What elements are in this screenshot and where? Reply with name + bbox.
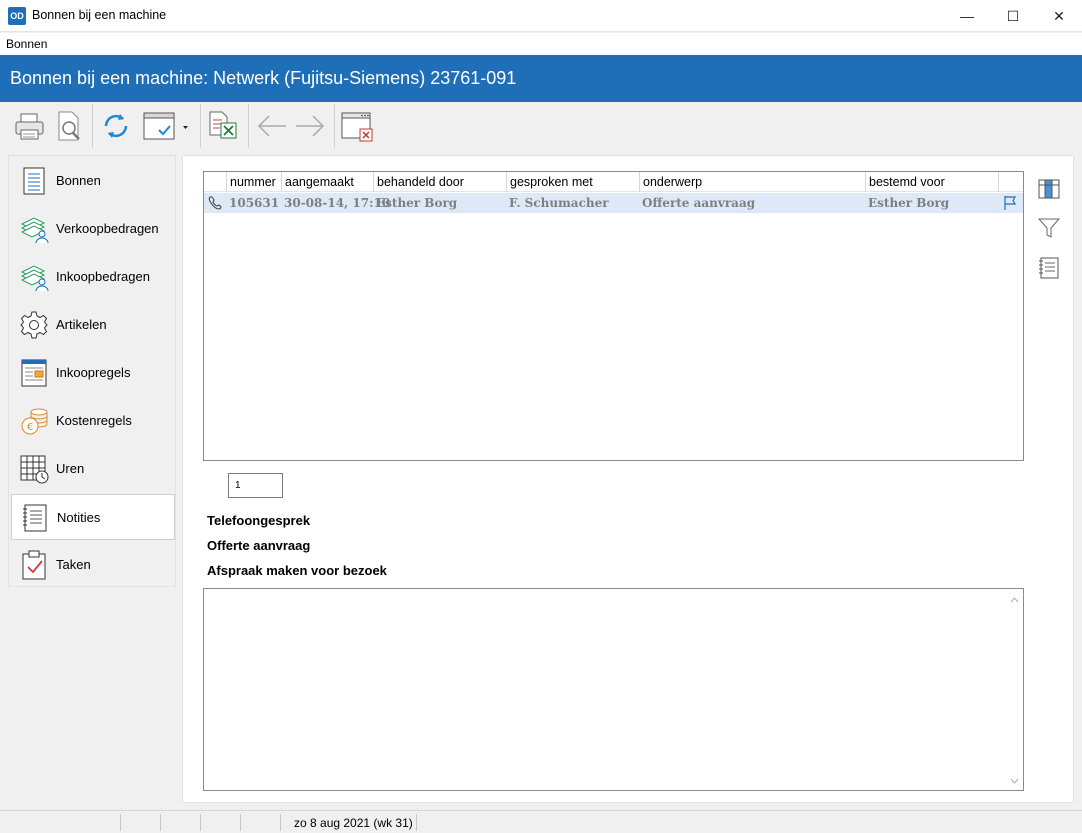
- status-separator: [280, 814, 281, 831]
- toolbar-separator: [200, 104, 201, 148]
- table-row[interactable]: 105631 30-08-14, 17:10 Esther Borg F. Sc…: [204, 193, 1023, 213]
- sidebar-item-label: Artikelen: [56, 317, 107, 332]
- sidebar-item-label: Uren: [56, 461, 85, 476]
- sidebar-item-notities[interactable]: Notities: [11, 494, 175, 540]
- memo-textarea[interactable]: [203, 588, 1024, 791]
- timesheet-icon: [20, 455, 49, 484]
- document-icon: [23, 167, 45, 195]
- main-panel: nummer aangemaakt behandeld door gesprok…: [182, 155, 1074, 803]
- title-bar: OD Bonnen bij een machine — ☐ ✕: [0, 0, 1082, 32]
- svg-text:€: €: [27, 422, 33, 433]
- money-person-icon: [20, 265, 49, 292]
- sidebar-item-label: Taken: [56, 557, 91, 572]
- column-header-nummer[interactable]: nummer: [226, 172, 281, 192]
- toolbar-separator: [248, 104, 249, 148]
- column-header-onderwerp[interactable]: onderwerp: [639, 172, 865, 192]
- sidebar-item-bonnen[interactable]: Bonnen: [11, 158, 175, 204]
- sidebar-item-inkoopbedragen[interactable]: Inkoopbedragen: [11, 254, 175, 300]
- maximize-button[interactable]: ☐: [990, 0, 1036, 32]
- coins-icon: €: [21, 408, 48, 435]
- sidebar-item-label: Kostenregels: [56, 413, 132, 428]
- menu-item-bonnen[interactable]: Bonnen: [6, 37, 47, 51]
- sidebar-item-artikelen[interactable]: Artikelen: [11, 302, 175, 348]
- app-logo-icon: OD: [8, 7, 26, 25]
- page-title: Bonnen bij een machine: Netwerk (Fujitsu…: [10, 68, 517, 88]
- sidebar-item-label: Notities: [57, 510, 101, 525]
- note-type: Telefoongesprek: [207, 513, 311, 528]
- clipboard-check-icon: [22, 550, 46, 580]
- column-header-flag[interactable]: [998, 172, 1023, 192]
- arrow-left-icon[interactable]: [254, 108, 290, 144]
- cell-bestemd-voor: Esther Borg: [868, 196, 950, 210]
- sidebar-item-taken[interactable]: Taken: [11, 542, 175, 588]
- gear-icon: [20, 311, 48, 339]
- status-separator: [240, 814, 241, 831]
- notes-table[interactable]: nummer aangemaakt behandeld door gesprok…: [203, 171, 1024, 461]
- close-window-icon[interactable]: [340, 108, 376, 144]
- sidebar-item-label: Inkoopregels: [56, 365, 131, 380]
- money-person-icon: [20, 217, 49, 244]
- status-separator: [160, 814, 161, 831]
- memo-scrollbar[interactable]: [1006, 589, 1023, 790]
- table-header: nummer aangemaakt behandeld door gesprok…: [204, 172, 1023, 192]
- cell-nummer: 105631: [229, 196, 280, 210]
- view-select-icon[interactable]: [142, 108, 192, 144]
- column-header-gesproken-met[interactable]: gesproken met: [506, 172, 639, 192]
- cell-behandeld-door: Esther Borg: [376, 196, 458, 210]
- column-header-aangemaakt[interactable]: aangemaakt: [281, 172, 373, 192]
- sidebar-item-verkoopbedragen[interactable]: Verkoopbedragen: [11, 206, 175, 252]
- toolbar-separator: [334, 104, 335, 148]
- sidebar-item-uren[interactable]: Uren: [11, 446, 175, 492]
- sidebar-item-label: Bonnen: [56, 173, 101, 188]
- toolbar-separator: [92, 104, 93, 148]
- column-header-behandeld-door[interactable]: behandeld door: [373, 172, 506, 192]
- status-separator: [416, 814, 417, 831]
- note-text: Afspraak maken voor bezoek: [207, 563, 387, 578]
- filter-icon[interactable]: [1037, 216, 1061, 240]
- sidebar-item-label: Inkoopbedragen: [56, 269, 150, 284]
- page-header: Bonnen bij een machine: Netwerk (Fujitsu…: [0, 55, 1082, 102]
- flag-icon[interactable]: [1002, 195, 1018, 211]
- note-subject: Offerte aanvraag: [207, 538, 311, 553]
- window-title: Bonnen bij een machine: [32, 8, 167, 22]
- columns-icon[interactable]: [1037, 177, 1061, 201]
- notes-icon: [23, 504, 47, 532]
- sidebar-item-inkoopregels[interactable]: Inkoopregels: [11, 350, 175, 396]
- phone-icon: [208, 196, 222, 210]
- minimize-button[interactable]: —: [944, 0, 990, 32]
- printer-icon[interactable]: [12, 108, 48, 144]
- sidebar: Bonnen Verkoopbedragen Inkoopbedragen Ar…: [8, 155, 176, 587]
- toolbar: [4, 104, 1078, 148]
- print-preview-icon[interactable]: [50, 108, 86, 144]
- notebook-icon[interactable]: [1037, 256, 1061, 280]
- status-date: zo 8 aug 2021 (wk 31): [294, 816, 413, 830]
- column-header-bestemd-voor[interactable]: bestemd voor: [865, 172, 998, 192]
- cell-onderwerp: Offerte aanvraag: [642, 196, 756, 210]
- refresh-icon[interactable]: [98, 108, 134, 144]
- arrow-right-icon[interactable]: [292, 108, 328, 144]
- sidebar-item-label: Verkoopbedragen: [56, 221, 159, 236]
- export-excel-icon[interactable]: [206, 108, 242, 144]
- menu-bar: Bonnen: [0, 33, 1082, 55]
- close-button[interactable]: ✕: [1036, 0, 1082, 32]
- cell-gesproken-met: F. Schumacher: [509, 196, 609, 210]
- sidebar-item-kostenregels[interactable]: € Kostenregels: [11, 398, 175, 444]
- status-separator: [200, 814, 201, 831]
- status-bar: zo 8 aug 2021 (wk 31): [0, 810, 1082, 833]
- status-separator: [120, 814, 121, 831]
- form-icon: [21, 359, 47, 387]
- record-counter-field[interactable]: 1: [228, 473, 283, 498]
